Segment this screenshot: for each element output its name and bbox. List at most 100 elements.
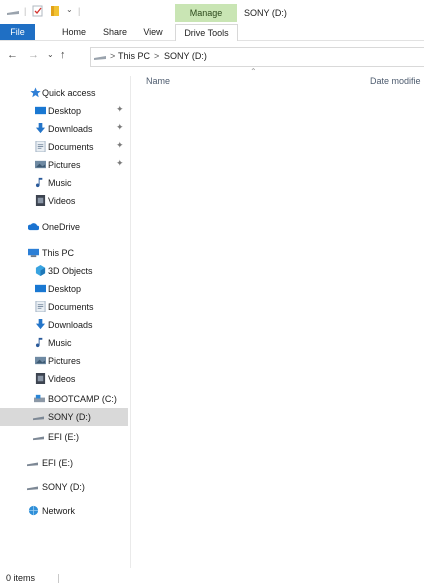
documents-icon	[35, 301, 46, 312]
sidebar-item-efi-e-root[interactable]: EFI (E:)	[0, 454, 128, 472]
separator: |	[24, 6, 27, 16]
music-icon	[35, 337, 43, 348]
sidebar-item-label: 3D Objects	[48, 266, 93, 276]
sidebar-item-pictures[interactable]: Pictures ✦	[0, 156, 128, 174]
sidebar-item-network[interactable]: Network	[0, 502, 128, 520]
sidebar-item-this-pc[interactable]: This PC	[0, 244, 128, 262]
sidebar-item-label: Pictures	[48, 356, 81, 366]
computer-icon	[28, 248, 39, 258]
usb-drive-icon	[33, 436, 44, 441]
sidebar-item-sony-d[interactable]: SONY (D:)	[0, 408, 128, 426]
breadcrumb-separator: >	[154, 51, 160, 61]
pin-icon[interactable]: ✦	[116, 122, 124, 133]
tab-home[interactable]: Home	[55, 24, 93, 40]
videos-icon	[35, 195, 46, 206]
pin-icon[interactable]: ✦	[116, 140, 124, 151]
desktop-icon	[35, 106, 46, 115]
ribbon-tabs: File Home Share View Drive Tools	[0, 24, 424, 41]
music-icon	[35, 177, 43, 188]
sidebar-item-efi-e[interactable]: EFI (E:)	[0, 428, 128, 446]
sidebar-item-3d-objects[interactable]: 3D Objects	[0, 262, 128, 280]
sidebar-item-desktop[interactable]: Desktop	[0, 280, 128, 298]
sidebar-item-label: SONY (D:)	[42, 482, 85, 492]
sidebar-item-videos[interactable]: Videos	[0, 192, 128, 210]
sidebar-item-label: Videos	[48, 196, 76, 206]
sidebar-item-pictures[interactable]: Pictures	[0, 352, 128, 370]
sidebar-item-label: Pictures	[48, 160, 81, 170]
title-bar: | ⌄ | Manage SONY (D:)	[0, 0, 424, 24]
network-icon	[28, 505, 39, 516]
sidebar-item-documents[interactable]: Documents	[0, 298, 128, 316]
new-folder-icon[interactable]	[50, 5, 60, 17]
forward-arrow-icon[interactable]: →	[28, 49, 39, 61]
sidebar-item-downloads[interactable]: Downloads ✦	[0, 120, 128, 138]
download-icon	[35, 123, 46, 134]
address-row: ← → ⌄ ↑ > This PC > SONY (D:)	[0, 44, 424, 68]
sidebar-item-label: Desktop	[48, 106, 82, 116]
column-header-name[interactable]: Name	[146, 70, 170, 86]
window-title: SONY (D:)	[244, 8, 287, 18]
sidebar-item-music[interactable]: Music	[0, 174, 128, 192]
sidebar-item-label: OneDrive	[42, 222, 81, 232]
navigation-pane: Quick access Desktop ✦ Downloads ✦ Docum…	[0, 76, 131, 568]
sidebar-item-music[interactable]: Music	[0, 334, 128, 352]
item-count: 0 items	[6, 573, 36, 583]
documents-icon	[35, 141, 46, 152]
status-bar: 0 items	[0, 572, 424, 585]
address-bar[interactable]: > This PC > SONY (D:)	[90, 47, 424, 67]
recent-chevron-icon[interactable]: ⌄	[47, 50, 54, 59]
sort-up-icon: ⌃	[250, 67, 257, 76]
breadcrumb-sony-d[interactable]: SONY (D:)	[164, 51, 207, 61]
back-arrow-icon[interactable]: ←	[7, 49, 18, 61]
breadcrumb-separator: >	[110, 51, 116, 61]
separator: |	[78, 6, 81, 16]
tab-file[interactable]: File	[0, 24, 35, 40]
sidebar-item-label: Quick access	[42, 88, 96, 98]
sidebar-item-label: Music	[48, 178, 72, 188]
sidebar-item-label: This PC	[42, 248, 75, 258]
videos-icon	[35, 373, 46, 384]
sidebar-item-onedrive[interactable]: OneDrive	[0, 218, 128, 236]
sidebar-item-downloads[interactable]: Downloads	[0, 316, 128, 334]
sidebar-item-sony-d-root[interactable]: SONY (D:)	[0, 478, 128, 496]
sidebar-item-label: Network	[42, 506, 76, 516]
status-divider	[58, 574, 59, 583]
sidebar-item-quick-access[interactable]: Quick access	[0, 84, 128, 102]
drive-icon	[34, 394, 45, 403]
desktop-icon	[35, 284, 46, 293]
up-arrow-icon[interactable]: ↑	[60, 49, 66, 61]
sidebar-item-label: Music	[48, 338, 72, 348]
sidebar-item-desktop[interactable]: Desktop ✦	[0, 102, 128, 120]
tab-drive-tools[interactable]: Drive Tools	[175, 24, 238, 41]
sidebar-item-label: Documents	[48, 302, 94, 312]
sidebar-item-videos[interactable]: Videos	[0, 370, 128, 388]
cloud-icon	[28, 223, 39, 231]
column-header-date-modified[interactable]: Date modifie	[370, 70, 421, 86]
star-icon	[30, 87, 41, 98]
sidebar-item-bootcamp-c[interactable]: BOOTCAMP (C:)	[0, 390, 128, 408]
tab-share[interactable]: Share	[96, 24, 134, 40]
pictures-icon	[35, 356, 46, 365]
pictures-icon	[35, 160, 46, 169]
sidebar-item-label: Videos	[48, 374, 76, 384]
sidebar-item-documents[interactable]: Documents ✦	[0, 138, 128, 156]
breadcrumb-this-pc[interactable]: This PC	[118, 51, 150, 61]
sidebar-item-label: Desktop	[48, 284, 82, 294]
chevron-down-icon[interactable]: ⌄	[66, 5, 73, 14]
pin-icon[interactable]: ✦	[116, 158, 124, 169]
usb-drive-icon	[27, 462, 38, 467]
usb-drive-icon	[27, 486, 38, 491]
usb-drive-icon	[33, 416, 44, 421]
download-icon	[35, 319, 46, 330]
sidebar-item-label: Downloads	[48, 124, 93, 134]
sidebar-item-label: EFI (E:)	[42, 458, 73, 468]
drive-icon	[7, 11, 19, 15]
sidebar-item-label: BOOTCAMP (C:)	[48, 394, 117, 404]
properties-icon[interactable]	[32, 5, 43, 17]
pin-icon[interactable]: ✦	[116, 104, 124, 115]
tab-manage[interactable]: Manage	[175, 4, 237, 22]
sidebar-item-label: Downloads	[48, 320, 93, 330]
sidebar-item-label: Documents	[48, 142, 94, 152]
sidebar-item-label: SONY (D:)	[48, 412, 91, 422]
tab-view[interactable]: View	[137, 24, 169, 40]
